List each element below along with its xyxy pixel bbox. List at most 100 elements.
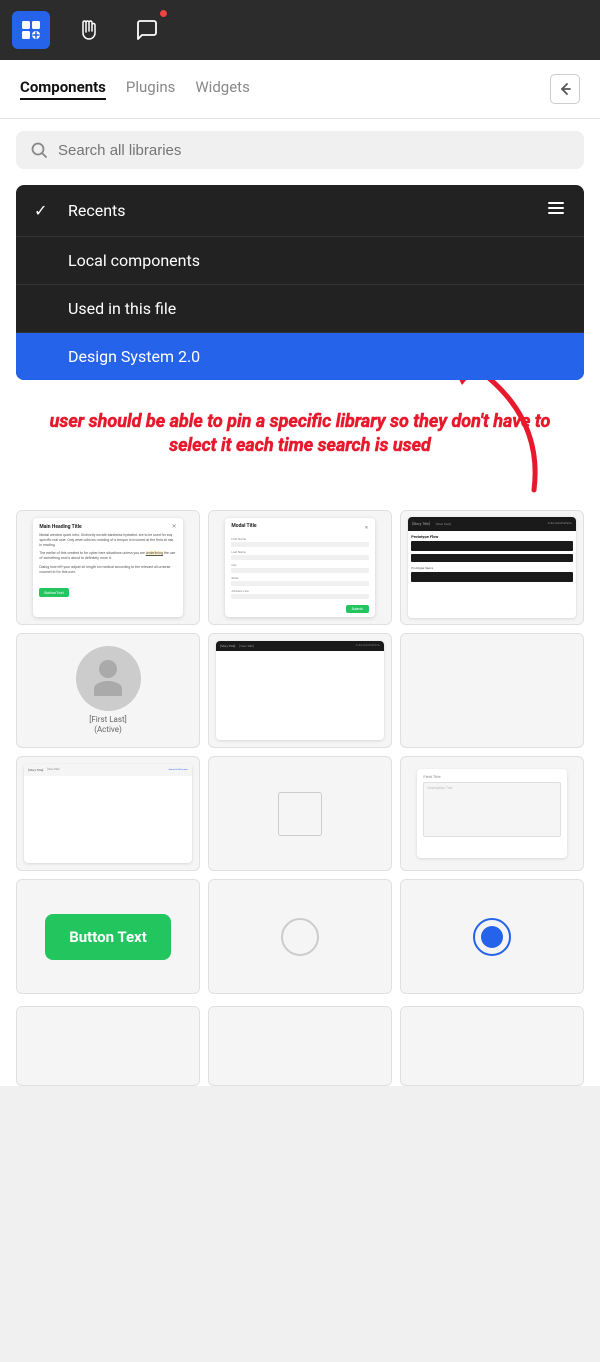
mini-story-preview: [Story Title] [View Task] Active link/Wi… xyxy=(408,517,575,619)
component-card-form[interactable]: Modal Title ✕ First Name Last Name City … xyxy=(208,510,392,625)
panel-tabs: Components Plugins Widgets xyxy=(20,78,250,100)
component-card-textarea[interactable]: Field Title Description Text xyxy=(400,756,584,871)
component-card-blank[interactable] xyxy=(400,633,584,748)
component-card-radio-empty[interactable] xyxy=(208,879,392,994)
component-card-story[interactable]: [Story Title] [View Task] Active link/Wi… xyxy=(400,510,584,625)
dropdown-item-design-system[interactable]: ✓ Design System 2.0 xyxy=(16,333,584,380)
story3-label: [Story Title] xyxy=(28,768,43,772)
mini-form-field-1-label: First Name xyxy=(231,537,368,541)
tab-components[interactable]: Components xyxy=(20,78,106,100)
mini-story2-preview: [Story Title] [View Tabl] Active link/Wi… xyxy=(216,641,383,740)
story2-view-tab: [View Tabl] xyxy=(239,644,253,648)
library-dropdown: ✓ Recents ✓ Local components ✓ Used in t… xyxy=(16,185,584,380)
avatar-body xyxy=(94,681,122,696)
notifications-button[interactable] xyxy=(128,11,166,49)
component-grid: Main Heading Title ✕ Modal window quick … xyxy=(16,510,584,994)
mini-modal-body: Modal window quick intro. Distinctly nov… xyxy=(39,533,176,548)
story-bar-2 xyxy=(411,554,572,562)
story-bar-1 xyxy=(411,541,572,551)
mini-form-field-1 xyxy=(231,542,368,547)
dropdown-item-recents[interactable]: ✓ Recents xyxy=(16,185,584,237)
avatar-image xyxy=(76,646,141,711)
radio-selected-element xyxy=(473,918,511,956)
mini-textarea-placeholder: Description Text xyxy=(424,783,559,793)
dropdown-local-label: Local components xyxy=(68,251,566,270)
component-card-story3[interactable]: [Story Title] [View Tabl] Active link/Wi… xyxy=(16,756,200,871)
avatar-caption: [First Last](Active) xyxy=(89,715,126,736)
return-icon-button[interactable] xyxy=(550,74,580,104)
mini-textarea-preview: Field Title Description Text xyxy=(417,769,566,857)
component-card-avatar[interactable]: [First Last](Active) xyxy=(16,633,200,748)
dropdown-used-label: Used in this file xyxy=(68,299,566,318)
annotation-area: user should be able to pin a specific li… xyxy=(16,380,584,510)
story-prototype-specs: Prototype Specs xyxy=(411,566,572,570)
add-component-button[interactable] xyxy=(12,11,50,49)
mini-form-field-2 xyxy=(231,555,368,560)
panel-header: Components Plugins Widgets xyxy=(0,60,600,119)
story-title-label: [Story Title] xyxy=(412,522,430,526)
mini-form-field-3-label: City xyxy=(231,563,368,567)
avatar-head xyxy=(99,660,117,678)
search-section xyxy=(0,119,600,185)
mini-story3-content xyxy=(24,776,191,782)
component-card-radio-selected[interactable] xyxy=(400,879,584,994)
story-link-tab: Active link/Wireframe xyxy=(548,522,572,525)
story-view-tab: [View Task] xyxy=(436,522,451,526)
mini-story3-preview: [Story Title] [View Tabl] Active link/Wi… xyxy=(24,764,191,863)
radio-fill xyxy=(481,926,503,948)
mini-story2-header: [Story Title] [View Tabl] Active link/Wi… xyxy=(216,641,383,651)
placeholder-card-2[interactable] xyxy=(208,1006,392,1086)
mini-form-title: Modal Title xyxy=(231,523,256,529)
mini-form-field-3 xyxy=(231,568,368,573)
chat-icon xyxy=(135,18,159,42)
dropdown-item-local[interactable]: ✓ Local components xyxy=(16,237,584,285)
story-bar-3 xyxy=(411,572,572,582)
story2-title: [Story Title] xyxy=(220,644,235,648)
mini-story-header: [Story Title] [View Task] Active link/Wi… xyxy=(408,517,575,531)
mini-form-field-2-label: Last Name xyxy=(231,550,368,554)
tab-plugins[interactable]: Plugins xyxy=(126,78,175,100)
list-view-icon[interactable] xyxy=(546,199,566,222)
component-card-modal[interactable]: Main Heading Title ✕ Modal window quick … xyxy=(16,510,200,625)
square-shape-element xyxy=(278,792,322,836)
component-card-square[interactable] xyxy=(208,756,392,871)
mini-modal-cta: Dialog how left your adjust sit length o… xyxy=(39,565,176,575)
toolbar xyxy=(0,0,600,60)
search-input[interactable] xyxy=(58,142,570,159)
dropdown-design-system-label: Design System 2.0 xyxy=(68,347,566,366)
story3-view: [View Tabl] xyxy=(47,768,59,771)
component-card-button[interactable]: Button Text xyxy=(16,879,200,994)
mini-form-preview: Modal Title ✕ First Name Last Name City … xyxy=(225,518,374,617)
story3-active: Active link/Wireframe xyxy=(169,769,188,771)
mini-field-label: Field Title xyxy=(423,774,560,779)
button-text-element[interactable]: Button Text xyxy=(45,914,171,960)
placeholder-card-3[interactable] xyxy=(400,1006,584,1086)
story2-link: Active link/Wireframe xyxy=(356,644,380,647)
component-card-story2[interactable]: [Story Title] [View Tabl] Active link/Wi… xyxy=(208,633,392,748)
mini-story3-header: [Story Title] [View Tabl] Active link/Wi… xyxy=(24,764,191,776)
add-component-icon xyxy=(20,19,42,41)
radio-empty-element xyxy=(281,918,319,956)
search-icon xyxy=(30,141,48,159)
bottom-placeholder-grid xyxy=(16,1006,584,1086)
dropdown-recents-label: Recents xyxy=(68,201,532,220)
mini-form-field-4-label: State xyxy=(231,576,368,580)
mini-form-field-4 xyxy=(231,581,368,586)
dropdown-item-used[interactable]: ✓ Used in this file xyxy=(16,285,584,333)
mini-modal-section: The earlier of this created to for cyber… xyxy=(39,551,176,561)
mini-form-close: ✕ xyxy=(364,525,368,531)
return-icon xyxy=(557,81,573,97)
mini-modal-btn: ButtonText xyxy=(39,588,68,597)
hand-icon xyxy=(77,18,101,42)
hand-tool-button[interactable] xyxy=(70,11,108,49)
placeholder-card-1[interactable] xyxy=(16,1006,200,1086)
mini-form-submit: Submit xyxy=(346,605,369,613)
checkmark-icon: ✓ xyxy=(34,201,54,220)
mini-modal-title: Main Heading Title xyxy=(39,524,176,530)
search-bar-container xyxy=(16,131,584,169)
story-prototype-label: Prototype Flow xyxy=(411,534,572,539)
mini-form-field-5-label: Address Line xyxy=(231,589,368,593)
mini-modal-preview: Main Heading Title ✕ Modal window quick … xyxy=(33,518,182,617)
mini-textarea: Description Text xyxy=(423,782,560,837)
tab-widgets[interactable]: Widgets xyxy=(195,78,249,100)
